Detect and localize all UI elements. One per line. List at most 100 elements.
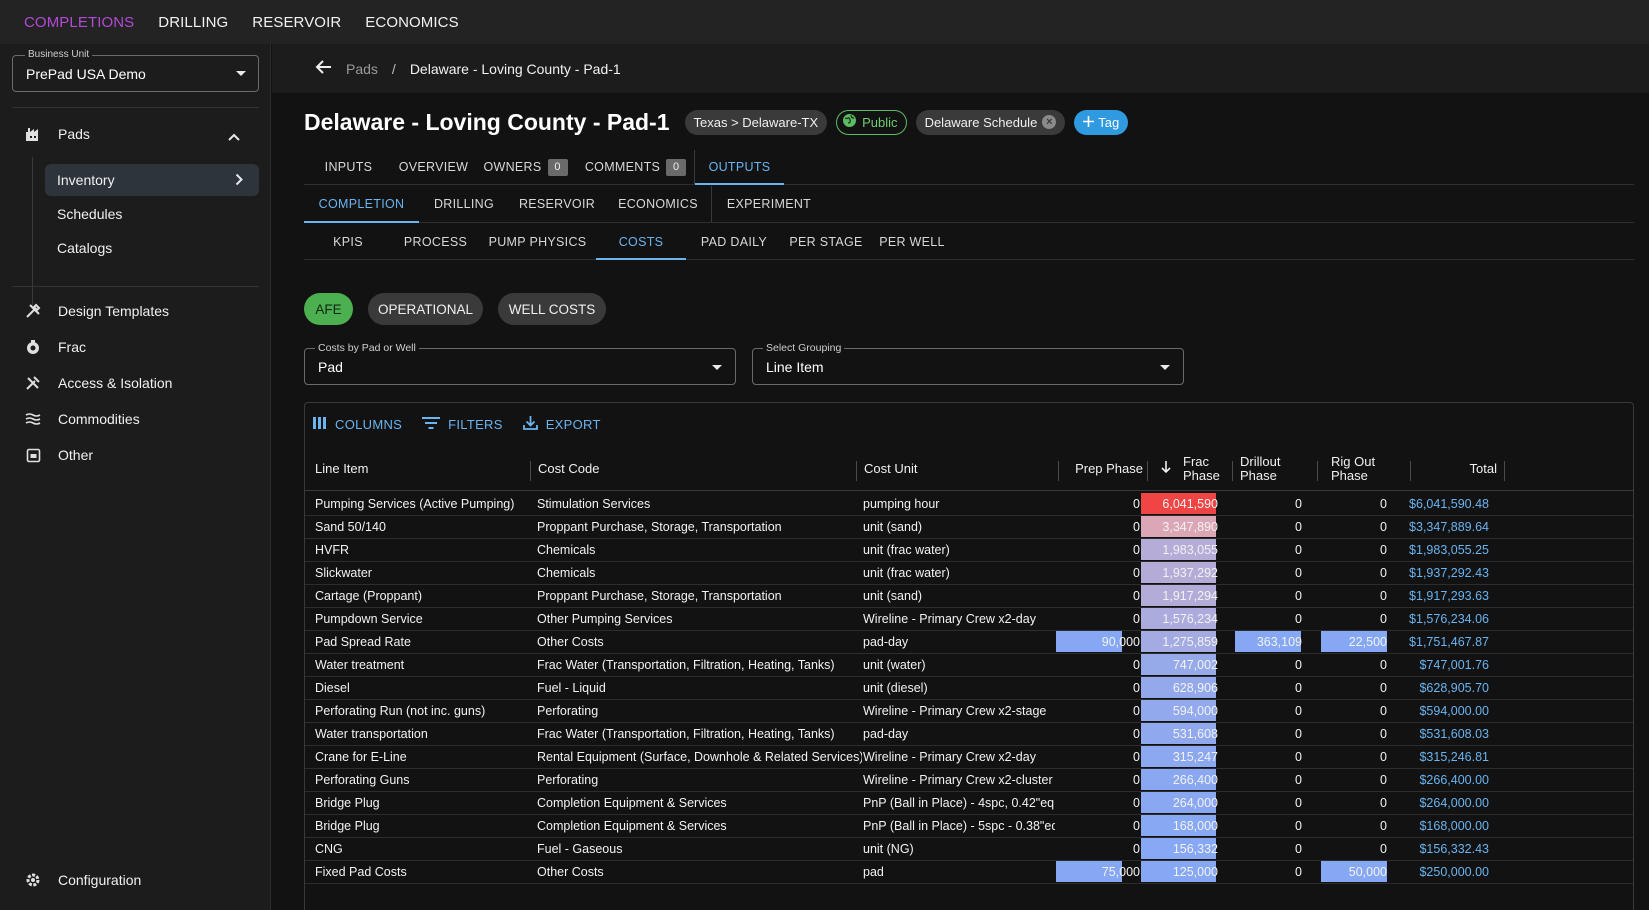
column-separator[interactable] bbox=[1504, 461, 1505, 481]
topnav-reservoir[interactable]: RESERVOIR bbox=[252, 14, 341, 31]
business-unit-select[interactable]: Business Unit PrePad USA Demo bbox=[12, 49, 259, 92]
topnav-completions[interactable]: COMPLETIONS bbox=[24, 14, 134, 31]
public-chip[interactable]: Public bbox=[836, 109, 907, 135]
header-line-item[interactable]: Line Item bbox=[315, 447, 525, 491]
column-separator[interactable] bbox=[1410, 461, 1411, 481]
cell-line-item: Water treatment bbox=[315, 657, 405, 672]
sidebar-item-pads[interactable]: Pads bbox=[24, 125, 90, 143]
well-costs-view-button[interactable]: WELL COSTS bbox=[498, 293, 606, 325]
tab-costs[interactable]: COSTS bbox=[596, 224, 686, 260]
cell-rigout: 0 bbox=[1380, 749, 1387, 764]
sidebar-item-catalogs[interactable]: Catalogs bbox=[45, 232, 259, 264]
column-separator[interactable] bbox=[1232, 461, 1233, 481]
cell-line-item: Bridge Plug bbox=[315, 795, 380, 810]
header-drillout-phase[interactable]: Drillout Phase bbox=[1240, 447, 1320, 491]
remove-chip-icon[interactable]: × bbox=[1042, 115, 1057, 129]
tab-pump-physics[interactable]: PUMP PHYSICS bbox=[479, 224, 596, 259]
cell-line-item: Perforating Guns bbox=[315, 772, 410, 787]
tab-kpis[interactable]: KPIS bbox=[304, 224, 392, 259]
table-row[interactable]: Water transportation Frac Water (Transpor… bbox=[305, 722, 1633, 746]
chevron-up-icon[interactable] bbox=[228, 128, 240, 144]
tab-label: COMPLETION bbox=[318, 197, 405, 211]
tab-experiment[interactable]: EXPERIMENT bbox=[712, 186, 826, 222]
tab-per-stage[interactable]: PER STAGE bbox=[782, 224, 870, 259]
header-frac-line2: Phase bbox=[1183, 468, 1220, 483]
tab-pad-daily[interactable]: PAD DAILY bbox=[686, 224, 782, 259]
tab-label: COMMENTS bbox=[584, 160, 661, 174]
table-row[interactable]: Crane for E-Line Rental Equipment (Surfac… bbox=[305, 745, 1633, 769]
table-row[interactable]: Slickwater Chemicals unit (frac water) 0 1,9… bbox=[305, 561, 1633, 585]
header-frac-phase[interactable]: Frac Phase bbox=[1153, 447, 1233, 491]
columns-button[interactable]: COLUMNS bbox=[313, 416, 402, 432]
tab-comments[interactable]: COMMENTS 0 bbox=[577, 150, 694, 184]
table-row[interactable]: Bridge Plug Completion Equipment & Servic… bbox=[305, 814, 1633, 838]
tab-completion[interactable]: COMPLETION bbox=[304, 186, 419, 223]
table-row[interactable]: Water treatment Frac Water (Transportatio… bbox=[305, 653, 1633, 677]
business-unit-value: PrePad USA Demo bbox=[26, 66, 146, 82]
waves-icon bbox=[24, 410, 42, 428]
table-row[interactable]: Sand 50/140 Proppant Purchase, Storage, T… bbox=[305, 515, 1633, 539]
cell-cost-code: Proppant Purchase, Storage, Transportati… bbox=[537, 519, 782, 534]
header-rigout-phase[interactable]: Rig Out Phase bbox=[1331, 447, 1401, 491]
export-button[interactable]: EXPORT bbox=[522, 415, 601, 433]
table-row[interactable]: Pumping Services (Active Pumping) Stimula… bbox=[305, 492, 1633, 516]
sidebar-item-schedules[interactable]: Schedules bbox=[45, 198, 259, 230]
topnav-economics[interactable]: ECONOMICS bbox=[365, 14, 458, 31]
tab-label: INPUTS bbox=[324, 160, 373, 174]
cell-total: $1,751,467.87 bbox=[1409, 634, 1489, 649]
sidebar-item-configuration[interactable]: Configuration bbox=[24, 871, 141, 889]
grouping-select[interactable]: Select Grouping Line Item bbox=[752, 342, 1184, 385]
column-separator[interactable] bbox=[856, 461, 857, 481]
tab-inputs[interactable]: INPUTS bbox=[304, 150, 393, 184]
table-row[interactable]: HVFR Chemicals unit (frac water) 0 1,983,055… bbox=[305, 538, 1633, 562]
operational-view-button[interactable]: OPERATIONAL bbox=[368, 293, 483, 325]
cell-frac: 1,917,294 bbox=[1162, 588, 1218, 603]
cell-cost-code: Completion Equipment & Services bbox=[537, 795, 727, 810]
table-row[interactable]: Bridge Plug Completion Equipment & Servic… bbox=[305, 791, 1633, 815]
back-arrow-icon[interactable] bbox=[314, 59, 332, 78]
add-tag-button[interactable]: Tag bbox=[1074, 109, 1129, 135]
column-separator[interactable] bbox=[1147, 461, 1148, 481]
cell-rigout: 0 bbox=[1380, 542, 1387, 557]
sidebar-item-inventory[interactable]: Inventory bbox=[45, 164, 259, 196]
sidebar-item-other[interactable]: Other bbox=[24, 446, 93, 464]
table-row[interactable]: Pumpdown Service Other Pumping Services Wi… bbox=[305, 607, 1633, 631]
table-row[interactable]: Perforating Run (not inc. guns) Perforati… bbox=[305, 699, 1633, 723]
costs-by-select[interactable]: Costs by Pad or Well Pad bbox=[304, 342, 736, 385]
tab-overview[interactable]: OVERVIEW bbox=[393, 150, 474, 184]
table-row[interactable]: Pad Spread Rate Other Costs pad-day 90,000 1… bbox=[305, 630, 1633, 654]
table-row[interactable]: CNG Fuel - Gaseous unit (NG) 0 156,332 0 0 $156… bbox=[305, 837, 1633, 861]
tab-drilling[interactable]: DRILLING bbox=[419, 186, 509, 222]
header-total[interactable]: Total bbox=[1415, 447, 1497, 491]
cell-rigout: 0 bbox=[1380, 611, 1387, 626]
tab-owners[interactable]: OWNERS 0 bbox=[474, 150, 577, 184]
table-row[interactable]: Diesel Fuel - Liquid unit (diesel) 0 628,906… bbox=[305, 676, 1633, 700]
cell-rigout: 0 bbox=[1380, 680, 1387, 695]
sidebar-item-access-isolation[interactable]: Access & Isolation bbox=[24, 374, 172, 392]
cell-line-item: Bridge Plug bbox=[315, 818, 380, 833]
table-row[interactable]: Fixed Pad Costs Other Costs pad 75,000 125,0… bbox=[305, 860, 1633, 884]
tab-per-well[interactable]: PER WELL bbox=[870, 224, 954, 259]
topnav-drilling[interactable]: DRILLING bbox=[158, 14, 228, 31]
tab-process[interactable]: PROCESS bbox=[392, 224, 479, 259]
table-row[interactable]: Perforating Guns Perforating Wireline - Pr… bbox=[305, 768, 1633, 792]
afe-view-button[interactable]: AFE bbox=[304, 293, 353, 325]
sidebar-item-frac[interactable]: Frac bbox=[24, 338, 86, 356]
table-row[interactable]: Cartage (Proppant) Proppant Purchase, Sto… bbox=[305, 584, 1633, 608]
header-cost-code[interactable]: Cost Code bbox=[538, 447, 858, 491]
column-separator[interactable] bbox=[1058, 461, 1059, 481]
location-chip[interactable]: Texas > Delaware-TX bbox=[684, 109, 828, 135]
tab-economics[interactable]: ECONOMICS bbox=[605, 186, 711, 222]
header-cost-unit[interactable]: Cost Unit bbox=[864, 447, 1054, 491]
tab-outputs[interactable]: OUTPUTS bbox=[695, 150, 784, 185]
schedule-chip[interactable]: Delaware Schedule × bbox=[915, 109, 1066, 135]
header-prep-phase[interactable]: Prep Phase bbox=[1060, 447, 1143, 491]
breadcrumb-pads-link[interactable]: Pads bbox=[346, 61, 378, 77]
sidebar-item-design-templates[interactable]: Design Templates bbox=[24, 302, 169, 320]
column-separator[interactable] bbox=[1317, 461, 1318, 481]
table-header: Line Item Cost Code Cost Unit Prep Phase… bbox=[305, 447, 1633, 491]
column-separator[interactable] bbox=[530, 461, 531, 481]
filters-button[interactable]: FILTERS bbox=[422, 416, 503, 432]
sidebar-item-commodities[interactable]: Commodities bbox=[24, 410, 140, 428]
tab-reservoir[interactable]: RESERVOIR bbox=[509, 186, 605, 222]
